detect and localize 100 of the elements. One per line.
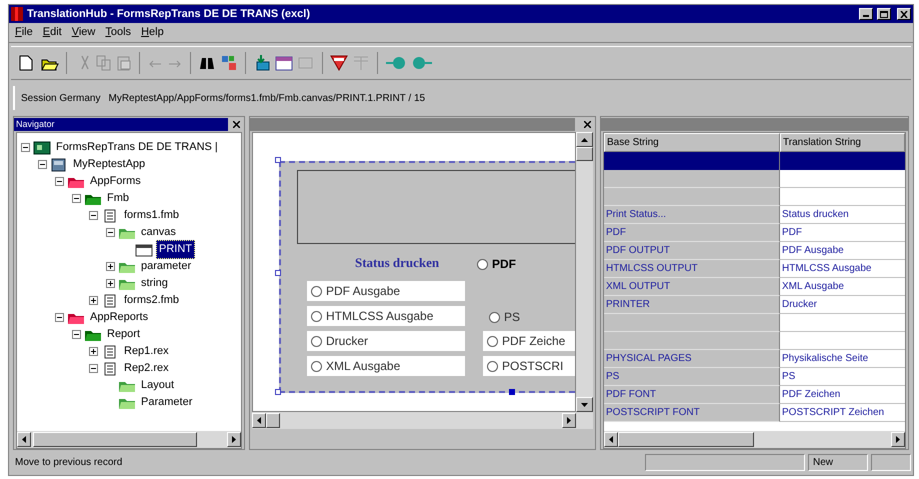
tree-item[interactable]: Parameter	[139, 394, 194, 411]
form-label: Status drucken	[355, 254, 440, 272]
collapse-box[interactable]	[106, 228, 115, 237]
table-cell: PDF FONT	[604, 386, 780, 404]
close-icon[interactable]	[233, 121, 240, 128]
copy-icon	[96, 55, 112, 71]
column-header[interactable]: Base String	[604, 133, 780, 152]
collapse-box[interactable]	[72, 194, 81, 203]
project-icon	[33, 140, 51, 154]
tree-item[interactable]: AppReports	[88, 309, 150, 326]
table-cell: PDF	[604, 224, 780, 242]
table-cell: Print Status...	[604, 206, 780, 224]
table-cell: PRINTER	[604, 296, 780, 314]
tree-item[interactable]: parameter	[139, 258, 194, 275]
table-cell: HTMLCSS OUTPUT	[604, 260, 780, 278]
menu-item[interactable]: Tools	[105, 24, 132, 41]
scroll-right-icon[interactable]	[227, 432, 241, 447]
application-icon	[50, 158, 68, 172]
horizontal-scrollbar[interactable]	[604, 431, 905, 448]
session-label: Session Germany	[21, 92, 100, 106]
status-message: Move to previous record	[14, 456, 124, 470]
scroll-up-icon[interactable]	[576, 132, 593, 147]
filter-icon[interactable]	[330, 54, 348, 72]
tree-item[interactable]: AppForms	[88, 173, 143, 190]
menu-item[interactable]: File	[15, 24, 33, 41]
table-cell: PS	[604, 368, 780, 386]
scroll-thumb[interactable]	[266, 413, 280, 428]
tree-item[interactable]: forms1.fmb	[122, 207, 182, 224]
table-cell: POSTSCRIPT FONT	[604, 404, 780, 422]
tree-item[interactable]: string	[139, 275, 170, 292]
collapse-box[interactable]	[55, 177, 64, 186]
selection-handle[interactable]	[509, 389, 515, 395]
table-cell: XML OUTPUT	[604, 278, 780, 296]
maximize-button[interactable]	[877, 8, 891, 20]
app-icon	[11, 7, 23, 21]
status-mode: New	[808, 454, 868, 470]
window-icon	[135, 242, 153, 256]
scroll-down-icon[interactable]	[576, 397, 593, 412]
tree-item[interactable]: Report	[105, 326, 142, 343]
tree-item[interactable]: MyReptestApp	[71, 156, 148, 173]
expand-box[interactable]	[89, 347, 98, 356]
column-header[interactable]: Translation String	[780, 133, 905, 152]
scroll-right-icon[interactable]	[562, 413, 576, 428]
radio-option[interactable]: PS	[485, 307, 524, 327]
menu-item[interactable]: Help	[141, 24, 164, 41]
table-cell: PDF OUTPUT	[604, 242, 780, 260]
binoculars-icon[interactable]	[198, 55, 216, 71]
radio-option[interactable]: Drucker	[307, 331, 465, 351]
scroll-thumb[interactable]	[618, 432, 754, 447]
close-button[interactable]	[897, 8, 911, 20]
collapse-box[interactable]	[89, 364, 98, 373]
horizontal-scrollbar[interactable]	[17, 431, 241, 448]
selection-handle[interactable]	[275, 389, 281, 395]
menu-item[interactable]: View	[72, 24, 96, 41]
tree-item[interactable]: PRINT	[156, 240, 195, 259]
vertical-scrollbar[interactable]	[576, 132, 593, 412]
radio-option[interactable]: XML Ausgabe	[307, 356, 465, 376]
scroll-left-icon[interactable]	[17, 432, 31, 447]
tree-item[interactable]: FormsRepTrans DE DE TRANS |	[54, 139, 220, 156]
close-icon[interactable]	[584, 121, 591, 128]
radio-option[interactable]: PDF Ausgabe	[307, 281, 465, 301]
radio-option[interactable]: PDF Zeiche	[483, 331, 575, 351]
collapse-box[interactable]	[89, 211, 98, 220]
radio-option[interactable]: HTMLCSS Ausgabe	[307, 306, 465, 326]
expand-box[interactable]	[89, 296, 98, 305]
selection-handle[interactable]	[275, 157, 281, 163]
menu-item[interactable]: Edit	[42, 24, 62, 41]
tree-item[interactable]: canvas	[139, 224, 178, 241]
close-icon	[900, 10, 908, 18]
selection-handle[interactable]	[275, 270, 281, 276]
scroll-left-icon[interactable]	[604, 432, 618, 447]
tree-item[interactable]: forms2.fmb	[122, 292, 182, 309]
status-pane	[871, 454, 911, 470]
collapse-box[interactable]	[21, 143, 30, 152]
scroll-thumb[interactable]	[33, 432, 197, 447]
collapse-box[interactable]	[38, 160, 47, 169]
horizontal-scrollbar[interactable]	[252, 412, 593, 429]
radio-option[interactable]: PDF	[473, 254, 520, 274]
new-document-icon[interactable]	[19, 55, 33, 71]
collapse-box[interactable]	[55, 313, 64, 322]
panel-title: Navigator	[14, 118, 228, 131]
tree-item[interactable]: Layout	[139, 377, 176, 394]
disabled-filter-icon	[352, 54, 370, 72]
window-icon[interactable]	[275, 55, 293, 71]
tree-item[interactable]: Fmb	[105, 190, 131, 207]
window-title: TranslationHub - FormsRepTrans DE DE TRANS (excl)	[27, 6, 311, 22]
path-text: MyReptestApp/AppForms/forms1.fmb/Fmb.canvas/PRINT.1.PRINT / 15	[108, 92, 426, 106]
minimize-button[interactable]	[859, 8, 873, 20]
tree-item[interactable]: Rep1.rex	[122, 343, 171, 360]
collapse-box[interactable]	[72, 330, 81, 339]
radio-option[interactable]: POSTSCRI	[483, 356, 575, 376]
tree-item[interactable]: Rep2.rex	[122, 360, 171, 377]
expand-box[interactable]	[106, 279, 115, 288]
paste-icon	[116, 55, 132, 71]
disabled-tool-icon	[297, 55, 315, 71]
table-cell: PHYSICAL PAGES	[604, 350, 780, 368]
scroll-left-icon[interactable]	[252, 413, 266, 428]
scroll-thumb[interactable]	[576, 147, 593, 161]
scroll-right-icon[interactable]	[891, 432, 905, 447]
expand-box[interactable]	[106, 262, 115, 271]
